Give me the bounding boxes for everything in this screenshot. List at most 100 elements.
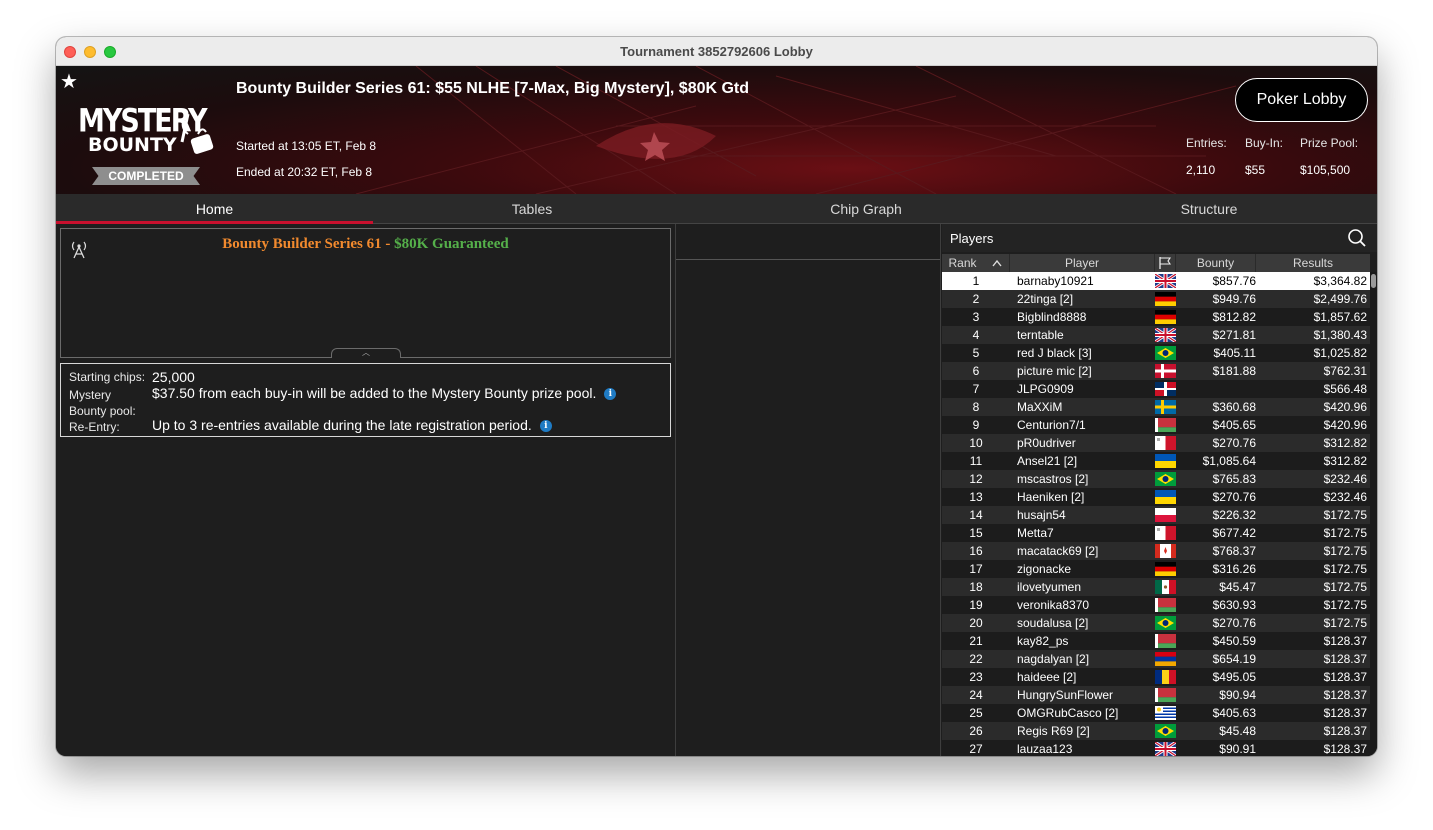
- table-row[interactable]: 10 pR0udriver $270.76 $312.82: [942, 434, 1370, 452]
- flag-icon: [1159, 257, 1172, 269]
- column-bounty-label: Bounty: [1196, 256, 1235, 270]
- results-cell: $128.37: [1323, 670, 1367, 684]
- results-cell: $1,025.82: [1313, 346, 1367, 360]
- close-window-button[interactable]: [64, 46, 76, 58]
- rank-cell: 8: [972, 400, 980, 414]
- maximize-window-button[interactable]: [104, 46, 116, 58]
- starting-chips-value: 25,000: [152, 369, 195, 385]
- results-cell: $172.75: [1323, 580, 1367, 594]
- minimize-window-button[interactable]: [84, 46, 96, 58]
- table-row[interactable]: 4 terntable $271.81 $1,380.43: [942, 326, 1370, 344]
- column-player-label: Player: [1064, 256, 1099, 270]
- reentry-row: Re-Entry:: [69, 420, 120, 434]
- table-row[interactable]: 22 nagdalyan [2] $654.19 $128.37: [942, 650, 1370, 668]
- reentry-label: Re-Entry:: [69, 420, 120, 434]
- results-cell: $128.37: [1323, 688, 1367, 702]
- table-row[interactable]: 8 MaXXiM $360.68 $420.96: [942, 398, 1370, 416]
- player-name-cell: MaXXiM: [1017, 400, 1063, 414]
- table-row[interactable]: 21 kay82_ps $450.59 $128.37: [942, 632, 1370, 650]
- column-results[interactable]: Results: [1256, 254, 1370, 272]
- info-icon[interactable]: i: [539, 420, 552, 433]
- player-name-cell: barnaby10921: [1017, 274, 1094, 288]
- mystery-bounty-value: $37.50 from each buy-in will be added to…: [152, 385, 617, 401]
- table-row[interactable]: 6 picture mic [2] $181.88 $762.31: [942, 362, 1370, 380]
- tab-chip-graph[interactable]: Chip Graph: [691, 194, 1041, 223]
- info-icon[interactable]: i: [604, 388, 617, 401]
- player-name-cell: red J black [3]: [1017, 346, 1092, 360]
- ca-flag-icon: [1155, 544, 1176, 558]
- table-row[interactable]: 15 Metta7 $677.42 $172.75: [942, 524, 1370, 542]
- player-name-cell: 22tinga [2]: [1017, 292, 1074, 306]
- player-name-cell: JLPG0909: [1017, 382, 1074, 396]
- rank-cell: 22: [969, 652, 983, 666]
- rank-cell: 17: [969, 562, 983, 576]
- ua-flag-icon: [1155, 490, 1176, 504]
- announcement-series: Bounty Builder Series 61: [222, 236, 382, 252]
- results-cell: $420.96: [1323, 418, 1367, 432]
- poker-lobby-button[interactable]: Poker Lobby: [1235, 78, 1368, 122]
- scrollbar-thumb[interactable]: [1371, 274, 1376, 288]
- table-row[interactable]: 20 soudalusa [2] $270.76 $172.75: [942, 614, 1370, 632]
- table-row[interactable]: 13 Haeniken [2] $270.76 $232.46: [942, 488, 1370, 506]
- am-flag-icon: [1155, 652, 1176, 666]
- gb-flag-icon: [1154, 740, 1177, 756]
- table-row[interactable]: 19 veronika8370 $630.93 $172.75: [942, 596, 1370, 614]
- starting-chips-label: Starting chips:: [69, 370, 146, 384]
- table-row[interactable]: 5 red J black [3] $405.11 $1,025.82: [942, 344, 1370, 362]
- table-row[interactable]: 24 HungrySunFlower $90.94 $128.37: [942, 686, 1370, 704]
- starting-chips-row: Starting chips:: [69, 370, 145, 384]
- table-row[interactable]: 11 Ansel21 [2] $1,085.64 $312.82: [942, 452, 1370, 470]
- br-flag-icon: [1155, 616, 1176, 630]
- bounty-cell: $270.76: [1212, 436, 1256, 450]
- table-row[interactable]: 3 Bigblind8888 $812.82 $1,857.62: [942, 308, 1370, 326]
- table-row[interactable]: 1 barnaby10921 $857.76 $3,364.82: [942, 272, 1370, 290]
- tab-tables[interactable]: Tables: [373, 194, 691, 223]
- table-row[interactable]: 2 22tinga [2] $949.76 $2,499.76: [942, 290, 1370, 308]
- bounty-cell: [1176, 380, 1256, 398]
- table-row[interactable]: 25 OMGRubCasco [2] $405.63 $128.37: [942, 704, 1370, 722]
- announcement-title: Bounty Builder Series 61 - $80K Guarante…: [61, 236, 670, 253]
- rank-cell: 18: [969, 580, 983, 594]
- rank-cell: 13: [969, 490, 983, 504]
- table-row[interactable]: 27 lauzaa123 $90.91 $128.37: [942, 740, 1370, 756]
- bounty-cell: $812.82: [1212, 310, 1256, 324]
- bounty-cell: $654.19: [1212, 652, 1256, 666]
- table-row[interactable]: 12 mscastros [2] $765.83 $232.46: [942, 470, 1370, 488]
- column-country[interactable]: [1155, 254, 1176, 272]
- table-row[interactable]: 18 ilovetyumen $45.47 $172.75: [942, 578, 1370, 596]
- title-bar[interactable]: Tournament 3852792606 Lobby: [56, 37, 1377, 66]
- bounty-cell: $360.68: [1212, 400, 1256, 414]
- br-flag-icon: [1155, 472, 1176, 486]
- table-row[interactable]: 17 zigonacke $316.26 $172.75: [942, 560, 1370, 578]
- table-row[interactable]: 14 husajn54 $226.32 $172.75: [942, 506, 1370, 524]
- results-cell: $762.31: [1323, 364, 1367, 378]
- table-row[interactable]: 9 Centurion7/1 $405.65 $420.96: [942, 416, 1370, 434]
- table-row[interactable]: 16 macatack69 [2] $768.37 $172.75: [942, 542, 1370, 560]
- results-cell: $1,380.43: [1313, 328, 1367, 342]
- results-cell: $172.75: [1323, 526, 1367, 540]
- column-rank[interactable]: Rank: [942, 254, 1010, 272]
- table-row[interactable]: 23 haideee [2] $495.05 $128.37: [942, 668, 1370, 686]
- tab-home[interactable]: Home: [56, 194, 373, 224]
- se-flag-icon: [1155, 400, 1176, 414]
- players-scrollbar[interactable]: [1370, 272, 1377, 756]
- table-row[interactable]: 7 JLPG0909 $566.48: [942, 380, 1370, 398]
- reentry-value: Up to 3 re-entries available during the …: [152, 417, 552, 433]
- do-flag-icon: [1155, 382, 1176, 396]
- favorite-star-icon[interactable]: ★: [60, 69, 78, 94]
- rank-cell: 2: [972, 292, 980, 306]
- rank-cell: 11: [969, 454, 983, 468]
- column-player[interactable]: Player: [1010, 254, 1155, 272]
- table-row[interactable]: 26 Regis R69 [2] $45.48 $128.37: [942, 722, 1370, 740]
- tab-structure[interactable]: Structure: [1041, 194, 1377, 223]
- results-cell: $128.37: [1323, 634, 1367, 648]
- rank-cell: 7: [972, 382, 980, 396]
- results-cell: $172.75: [1323, 508, 1367, 522]
- bounty-cell: $45.48: [1219, 724, 1256, 738]
- results-cell: $2,499.76: [1313, 292, 1367, 306]
- players-table-body: 1 barnaby10921 $857.76 $3,364.82 2 22tinga [2…: [942, 272, 1370, 756]
- search-icon[interactable]: [1347, 228, 1367, 248]
- column-bounty[interactable]: Bounty: [1176, 254, 1256, 272]
- bounty-cell: $45.47: [1219, 580, 1256, 594]
- collapse-panel-toggle[interactable]: ︿: [331, 348, 401, 358]
